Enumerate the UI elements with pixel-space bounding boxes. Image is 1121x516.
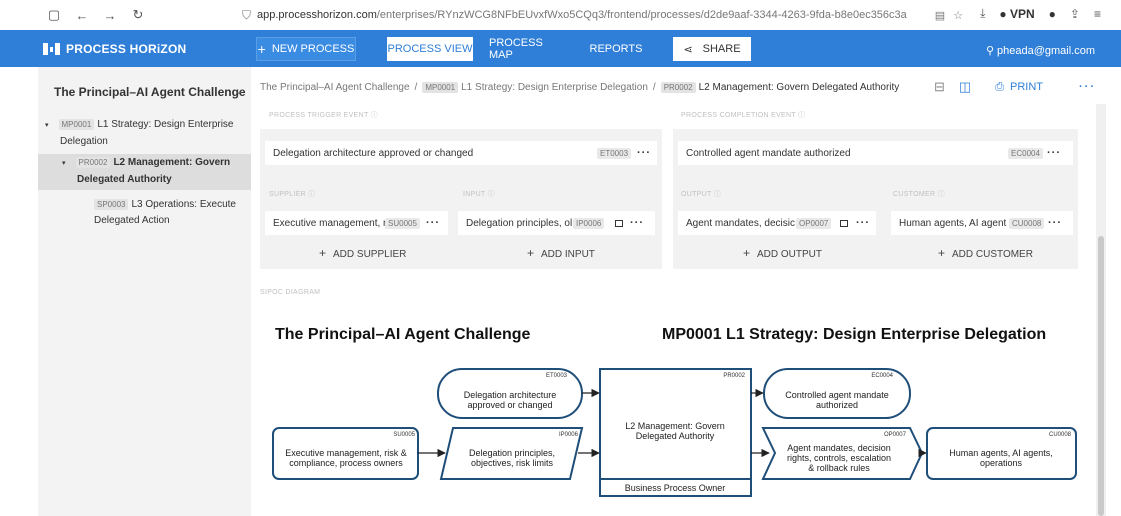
bookmark-star-icon[interactable]: ☆ xyxy=(953,9,963,22)
address-bar[interactable]: ⛉ app.processhorizon.com/enterprises/RYn… xyxy=(242,8,963,23)
diagram-output-line3: & rollback rules xyxy=(808,463,870,473)
expand-caret-icon[interactable]: ▾ xyxy=(62,160,66,167)
scrollbar-thumb[interactable] xyxy=(1098,236,1104,516)
item-label-cont: Delegated Action xyxy=(94,215,170,226)
tree-item-pr0002[interactable]: ▾ PR0002 L2 Management: Govern Delegated A… xyxy=(62,155,230,188)
vertical-scrollbar[interactable] xyxy=(1096,104,1106,516)
diagram-process-line1: L2 Management: Govern xyxy=(625,421,725,431)
process-view-tab[interactable]: PROCESS VIEW xyxy=(387,37,473,61)
diagram-input-line2: objectives, risk limits xyxy=(471,458,554,468)
diagram-customer-code: CU0008 xyxy=(1049,432,1072,438)
diagram-output-code: OP0007 xyxy=(884,432,907,438)
share-label: SHARE xyxy=(702,43,741,55)
back-icon[interactable]: ← xyxy=(73,6,91,24)
item-label-cont: Delegation xyxy=(60,136,108,147)
url-host: app.processhorizon.com xyxy=(257,9,377,21)
diagram-customer-line1: Human agents, AI agents, xyxy=(949,448,1053,458)
expand-caret-icon[interactable]: ▾ xyxy=(45,122,49,129)
diagram-completion-code: EC0004 xyxy=(871,373,893,379)
sidebar: The Principal–AI Agent Challenge ⌄ ▾ MP00… xyxy=(38,67,251,516)
logo-text: PROCESS HORiZON xyxy=(66,41,187,56)
diagram-input-line1: Delegation principles, xyxy=(469,448,555,458)
item-code: PR0002 xyxy=(75,157,111,168)
menu-icon[interactable]: ≡ xyxy=(1094,7,1101,21)
forward-icon[interactable]: → xyxy=(101,6,119,24)
diagram-customer-line2: operations xyxy=(980,458,1023,468)
item-code: MP0001 xyxy=(58,119,95,130)
item-label: L1 Strategy: Design Enterprise xyxy=(97,119,234,130)
diagram-trigger-line1: Delegation architecture xyxy=(464,390,557,400)
process-map-tab[interactable]: PROCESS MAP xyxy=(489,37,569,61)
url-path: /enterprises/RYnzWCG8NFbEUvxfWxo5CQq3/fr… xyxy=(376,9,907,21)
main-content: The Principal–AI Agent Challenge / MP000… xyxy=(251,67,1106,516)
chevron-down-icon[interactable]: ⌄ xyxy=(235,86,243,97)
user-account[interactable]: ⚲ pheada@gmail.com xyxy=(986,44,1095,57)
reload-icon[interactable]: ↻ xyxy=(129,6,147,24)
tree-item-mp0001[interactable]: ▾ MP0001 L1 Strategy: Design Enterprise De… xyxy=(45,117,234,150)
user-icon: ⚲ xyxy=(985,45,994,57)
reports-tab[interactable]: REPORTS xyxy=(588,37,644,61)
vpn-button[interactable]: ● VPN xyxy=(999,7,1034,21)
item-label: L2 Management: Govern xyxy=(113,157,231,168)
diagram-supplier-line2: compliance, process owners xyxy=(289,458,403,468)
tree-item-sp0003[interactable]: SP0003 L3 Operations: Execute Delegated A… xyxy=(94,197,236,229)
item-label: L3 Operations: Execute xyxy=(131,199,236,210)
new-process-label: NEW PROCESS xyxy=(271,43,355,55)
diagram-process-code: PR0002 xyxy=(723,373,745,379)
diagram-output-line2: rights, controls, escalation xyxy=(787,453,891,463)
new-process-button[interactable]: + NEW PROCESS xyxy=(256,37,356,61)
diagram-supplier-code: SU0005 xyxy=(393,432,415,438)
vpn-label: VPN xyxy=(1009,6,1035,21)
sipoc-diagram: ET0003 PR0002 EC0004 SU0005 IP0006 OP000… xyxy=(272,368,1077,497)
reader-icon[interactable]: ▤ xyxy=(935,9,945,22)
item-label-cont: Delegated Authority xyxy=(77,174,172,185)
diagram-trigger-line2: approved or changed xyxy=(467,400,552,410)
user-email: pheada@gmail.com xyxy=(997,45,1095,57)
plus-icon: + xyxy=(257,41,266,57)
diagram-process-line2: Delegated Authority xyxy=(636,431,715,441)
sidebar-title[interactable]: The Principal–AI Agent Challenge xyxy=(54,85,246,99)
logo-icon xyxy=(43,42,60,55)
diagram-output-line1: Agent mandates, decision xyxy=(787,443,891,453)
diagram-completion-line1: Controlled agent mandate xyxy=(785,390,889,400)
diagram-process-owner: Business Process Owner xyxy=(625,483,726,493)
diagram-supplier-line1: Executive management, risk & xyxy=(285,448,407,458)
extension-icon[interactable]: ● xyxy=(1049,7,1056,21)
browser-toolbar: ▢ ← → ↻ ⛉ app.processhorizon.com/enterpr… xyxy=(0,0,1121,30)
shield-icon: ⛉ xyxy=(242,7,252,22)
sidebar-toggle-icon[interactable]: ▢ xyxy=(45,6,63,24)
share-icon: ⋖ xyxy=(683,43,693,56)
item-code: SP0003 xyxy=(94,199,129,210)
diagram-trigger-code: ET0003 xyxy=(546,373,568,379)
share-button[interactable]: ⋖ SHARE xyxy=(673,37,751,61)
share-page-icon[interactable]: ⇪ xyxy=(1070,7,1080,21)
diagram-completion-line2: authorized xyxy=(816,400,858,410)
download-icon[interactable]: ⤓ xyxy=(980,6,985,21)
diagram-input-code: IP0006 xyxy=(559,432,579,438)
app-logo[interactable]: PROCESS HORiZON xyxy=(43,42,186,56)
